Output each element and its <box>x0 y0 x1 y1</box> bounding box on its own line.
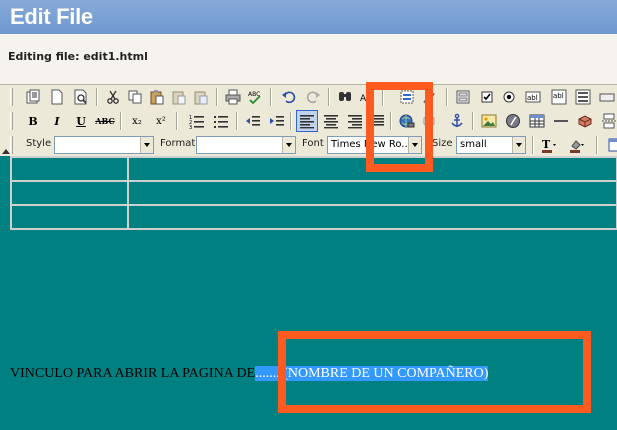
svg-text:abl: abl <box>553 92 564 100</box>
paste-icon[interactable] <box>146 86 168 108</box>
separator <box>290 112 292 130</box>
align-left-icon[interactable] <box>296 110 318 132</box>
cut-icon[interactable] <box>102 86 124 108</box>
toolbar-grip <box>10 112 13 130</box>
button-field-icon[interactable] <box>596 86 617 108</box>
anchor-icon[interactable] <box>446 110 468 132</box>
separator <box>532 136 534 154</box>
svg-text:T: T <box>542 138 551 151</box>
spellcheck-icon[interactable]: ABC <box>244 86 266 108</box>
redo-icon[interactable] <box>302 86 324 108</box>
smiley-icon[interactable] <box>574 110 596 132</box>
style-select[interactable] <box>54 136 154 154</box>
chevron-down-icon[interactable] <box>512 137 525 153</box>
horizontal-rule-icon[interactable] <box>550 110 572 132</box>
source-icon[interactable] <box>22 86 44 108</box>
editing-file-label: Editing file: edit1.html <box>8 50 148 63</box>
text-color-icon[interactable]: T <box>538 134 560 156</box>
size-select[interactable]: small <box>456 136 526 154</box>
content-table[interactable] <box>10 156 617 230</box>
align-center-icon[interactable] <box>320 110 342 132</box>
size-select-value: small <box>460 139 487 150</box>
background-color-icon[interactable] <box>566 134 588 156</box>
separator <box>472 112 474 130</box>
strikethrough-button[interactable]: ABC <box>94 110 116 132</box>
new-page-icon[interactable] <box>46 86 68 108</box>
checkbox-icon[interactable] <box>476 86 498 108</box>
style-label: Style <box>26 138 52 149</box>
text-field-icon[interactable]: abl <box>522 86 544 108</box>
separator <box>236 112 238 130</box>
align-right-icon[interactable] <box>344 110 366 132</box>
page-break-icon[interactable] <box>598 110 617 132</box>
outdent-icon[interactable] <box>242 110 264 132</box>
separator <box>96 88 98 106</box>
toolbar-grip <box>10 136 13 154</box>
separator <box>596 136 598 154</box>
flash-icon[interactable] <box>502 110 524 132</box>
font-label: Font <box>302 138 324 149</box>
svg-text:3: 3 <box>189 125 192 129</box>
highlight-box-selected-text <box>278 331 591 413</box>
window-title: Edit File <box>10 4 93 29</box>
underline-button[interactable]: U <box>70 110 92 132</box>
edit-file-window: Edit File Editing file: edit1.html ABC A <box>0 0 617 430</box>
print-icon[interactable] <box>222 86 244 108</box>
separator <box>446 88 448 106</box>
collapse-toolbar-icon[interactable] <box>2 149 10 154</box>
select-field-icon[interactable] <box>572 86 594 108</box>
table-cell[interactable] <box>11 205 128 229</box>
format-select[interactable] <box>196 136 296 154</box>
numbered-list-icon[interactable]: 123 <box>186 110 208 132</box>
title-bar: Edit File <box>0 0 617 34</box>
italic-button[interactable]: I <box>46 110 68 132</box>
link-text-prefix: VINCULO PARA ABRIR LA PAGINA DE <box>10 366 256 381</box>
toolbar-grip <box>10 88 13 106</box>
table-cell[interactable] <box>128 181 617 205</box>
table-cell[interactable] <box>11 181 128 205</box>
separator <box>216 88 218 106</box>
svg-text:abl: abl <box>527 94 538 102</box>
format-label: Format <box>160 138 196 149</box>
maximize-icon[interactable] <box>604 134 617 156</box>
separator <box>328 88 330 106</box>
chevron-down-icon[interactable] <box>140 137 153 153</box>
separator <box>120 112 122 130</box>
separator <box>270 88 272 106</box>
subscript-button[interactable]: x₂ <box>126 110 148 132</box>
bulleted-list-icon[interactable] <box>210 110 232 132</box>
bold-button[interactable]: B <box>22 110 44 132</box>
copy-icon[interactable] <box>124 86 146 108</box>
preview-icon[interactable] <box>70 86 92 108</box>
image-icon[interactable] <box>478 110 500 132</box>
find-icon[interactable] <box>334 86 356 108</box>
paste-word-icon[interactable] <box>190 86 212 108</box>
indent-icon[interactable] <box>266 110 288 132</box>
undo-icon[interactable] <box>278 86 300 108</box>
editor-toolbar: ABC A abl abl B I U ABC x₂ x² 1 2 3 Styl… <box>0 84 617 156</box>
table-icon[interactable] <box>526 110 548 132</box>
highlight-box-link-button <box>366 82 433 172</box>
superscript-button[interactable]: x² <box>150 110 172 132</box>
form-icon[interactable] <box>452 86 474 108</box>
radio-icon[interactable] <box>498 86 520 108</box>
table-cell[interactable] <box>11 157 128 181</box>
table-cell[interactable] <box>128 205 617 229</box>
chevron-down-icon[interactable] <box>282 137 295 153</box>
paste-text-icon[interactable] <box>168 86 190 108</box>
size-label: Size <box>432 138 453 149</box>
separator <box>176 112 178 130</box>
textarea-icon[interactable]: abl <box>548 86 570 108</box>
